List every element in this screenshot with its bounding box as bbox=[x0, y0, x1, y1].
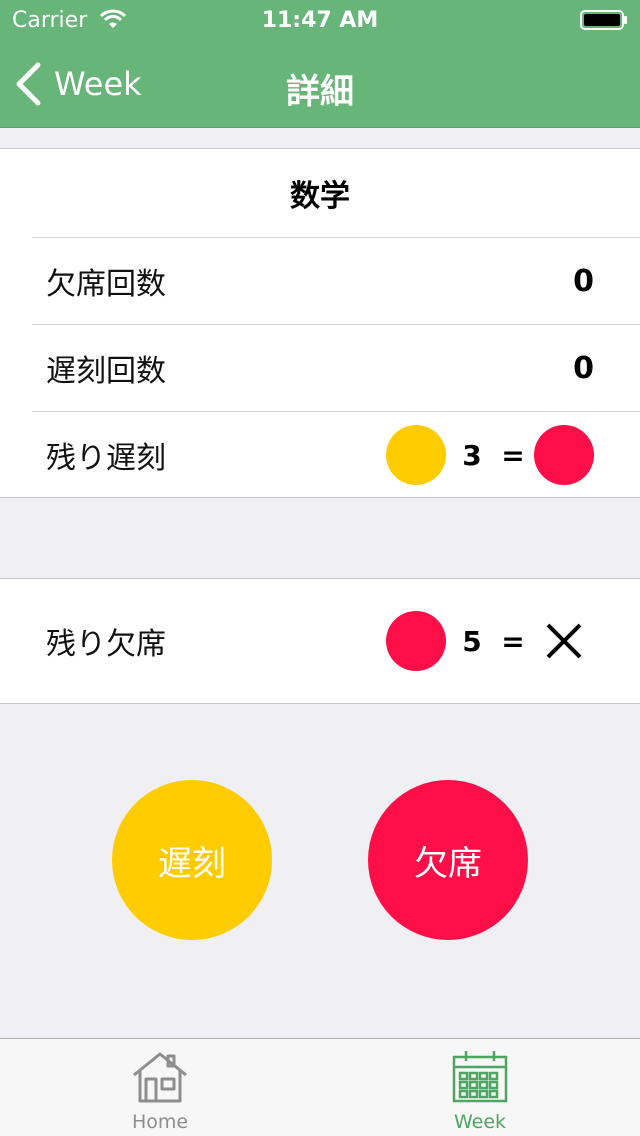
cross-icon bbox=[546, 623, 582, 659]
absent-button[interactable]: 欠席 bbox=[368, 780, 528, 940]
remaining-late-row: 残り遅刻 3 = bbox=[32, 411, 640, 498]
status-time: 11:47 AM bbox=[261, 8, 379, 33]
nav-divider bbox=[0, 127, 640, 128]
calendar-icon bbox=[452, 1051, 508, 1103]
late-dot-icon bbox=[386, 425, 446, 485]
absent-dot-icon bbox=[386, 611, 446, 671]
remaining-absent-row: 残り欠席 5 = bbox=[32, 579, 640, 703]
detail-group: 数学 欠席回数 0 遅刻回数 0 残り遅刻 3 = bbox=[0, 148, 640, 498]
remaining-absent-group: 残り欠席 5 = bbox=[0, 578, 640, 704]
house-icon bbox=[133, 1052, 187, 1103]
tab-week-label: Week bbox=[453, 1111, 507, 1133]
equals-sign: = bbox=[501, 438, 525, 472]
page-title: 詳細 bbox=[286, 72, 354, 112]
equals-sign: = bbox=[501, 624, 525, 658]
screen: Carrier 11:47 AM Week 詳細 数学 欠席回数 0 遅刻回数 … bbox=[0, 0, 640, 1136]
subject-title: 数学 bbox=[290, 179, 350, 214]
late-count-row: 遅刻回数 0 bbox=[32, 324, 640, 411]
remaining-absent-label: 残り欠席 bbox=[46, 627, 166, 662]
battery-icon bbox=[580, 10, 627, 30]
absent-dot-icon bbox=[534, 425, 594, 485]
remaining-late-label: 残り遅刻 bbox=[46, 441, 166, 476]
tab-bar: Home Week bbox=[0, 1038, 640, 1136]
navigation-bar: Week 詳細 bbox=[0, 40, 640, 128]
late-button[interactable]: 遅刻 bbox=[112, 780, 272, 940]
late-count-label: 遅刻回数 bbox=[46, 354, 166, 389]
tab-week[interactable]: Week bbox=[320, 1039, 640, 1136]
status-bar: Carrier 11:47 AM bbox=[0, 0, 640, 40]
remaining-late-count: 3 bbox=[462, 438, 482, 472]
tab-home-label: Home bbox=[131, 1111, 189, 1133]
absence-count-row: 欠席回数 0 bbox=[32, 237, 640, 324]
remaining-absent-formula: 5 = bbox=[386, 611, 594, 671]
tab-home[interactable]: Home bbox=[0, 1039, 320, 1136]
late-count-value: 0 bbox=[573, 350, 594, 386]
absence-count-label: 欠席回数 bbox=[46, 267, 166, 302]
absence-count-value: 0 bbox=[573, 263, 594, 299]
remaining-late-formula: 3 = bbox=[386, 425, 594, 485]
remaining-absent-count: 5 bbox=[462, 624, 482, 658]
